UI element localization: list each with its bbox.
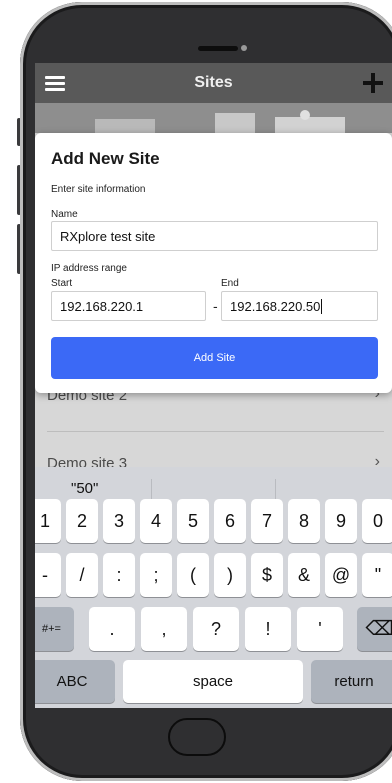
keyboard-key[interactable]: 6 xyxy=(214,499,246,543)
name-label: Name xyxy=(51,209,78,220)
ip-range-label: IP address range xyxy=(51,263,127,274)
end-ip-input[interactable]: 192.168.220.50 xyxy=(221,291,378,321)
keyboard-key[interactable]: ! xyxy=(245,607,291,651)
keyboard-key[interactable]: " xyxy=(362,553,392,597)
keyboard-key[interactable]: . xyxy=(89,607,135,651)
start-ip-input[interactable]: 192.168.220.1 xyxy=(51,291,206,321)
keyboard-key[interactable]: 5 xyxy=(177,499,209,543)
suggestion-separator xyxy=(275,479,276,501)
keyboard-key[interactable]: 9 xyxy=(325,499,357,543)
dialog-title: Add New Site xyxy=(51,149,160,168)
keyboard-key[interactable]: 4 xyxy=(140,499,172,543)
divider xyxy=(47,431,384,432)
keyboard-key[interactable]: : xyxy=(103,553,135,597)
navigation-bar: Sites xyxy=(35,63,392,103)
add-site-button[interactable]: Add Site xyxy=(51,337,378,379)
screen: Sites Demo site 2 › Demo site 3 › Add Ne… xyxy=(35,63,392,708)
end-label: End xyxy=(221,278,239,289)
keyboard-key[interactable]: 1 xyxy=(35,499,61,543)
keyboard-key[interactable]: 0 xyxy=(362,499,392,543)
dialog-subtitle: Enter site information xyxy=(51,184,146,195)
return-key[interactable]: return xyxy=(311,660,392,703)
keyboard-key[interactable]: @ xyxy=(325,553,357,597)
start-label: Start xyxy=(51,278,73,289)
keyboard-key[interactable]: 8 xyxy=(288,499,320,543)
page-title: Sites xyxy=(194,74,233,91)
keyboard-key[interactable]: ( xyxy=(177,553,209,597)
earpiece-speaker xyxy=(198,46,238,51)
end-ip-value: 192.168.220.50 xyxy=(230,299,321,314)
suggestion-item[interactable]: "50" xyxy=(71,480,98,497)
front-camera xyxy=(241,45,247,51)
header-image xyxy=(35,103,392,133)
keyboard-key[interactable]: / xyxy=(66,553,98,597)
keyboard-key[interactable]: ? xyxy=(193,607,239,651)
keyboard-key[interactable]: ' xyxy=(297,607,343,651)
home-button[interactable] xyxy=(168,718,226,756)
space-key[interactable]: space xyxy=(123,660,303,703)
range-dash: - xyxy=(213,298,218,314)
keyboard-key[interactable]: ) xyxy=(214,553,246,597)
keyboard-key[interactable]: 2 xyxy=(66,499,98,543)
keyboard-key[interactable]: & xyxy=(288,553,320,597)
keyboard-key[interactable]: - xyxy=(35,553,61,597)
text-caret xyxy=(321,299,323,314)
add-site-plus-icon[interactable] xyxy=(361,71,385,95)
symbols-key[interactable]: #+= xyxy=(35,607,74,651)
keyboard-key[interactable]: ; xyxy=(140,553,172,597)
keyboard: "50" 1234567890 - /:;() $ & @ " #+= .,?! ' ⌫ A… xyxy=(35,467,392,708)
keyboard-key[interactable]: , xyxy=(141,607,187,651)
abc-key[interactable]: ABC xyxy=(35,660,115,703)
suggestion-separator xyxy=(151,479,152,501)
keyboard-key[interactable]: 7 xyxy=(251,499,283,543)
keyboard-key[interactable]: 3 xyxy=(103,499,135,543)
keyboard-key[interactable]: $ xyxy=(251,553,283,597)
delete-key[interactable]: ⌫ xyxy=(357,607,392,651)
add-site-dialog: Add New Site Enter site information Name… xyxy=(35,133,392,393)
name-input[interactable]: RXplore test site xyxy=(51,221,378,251)
